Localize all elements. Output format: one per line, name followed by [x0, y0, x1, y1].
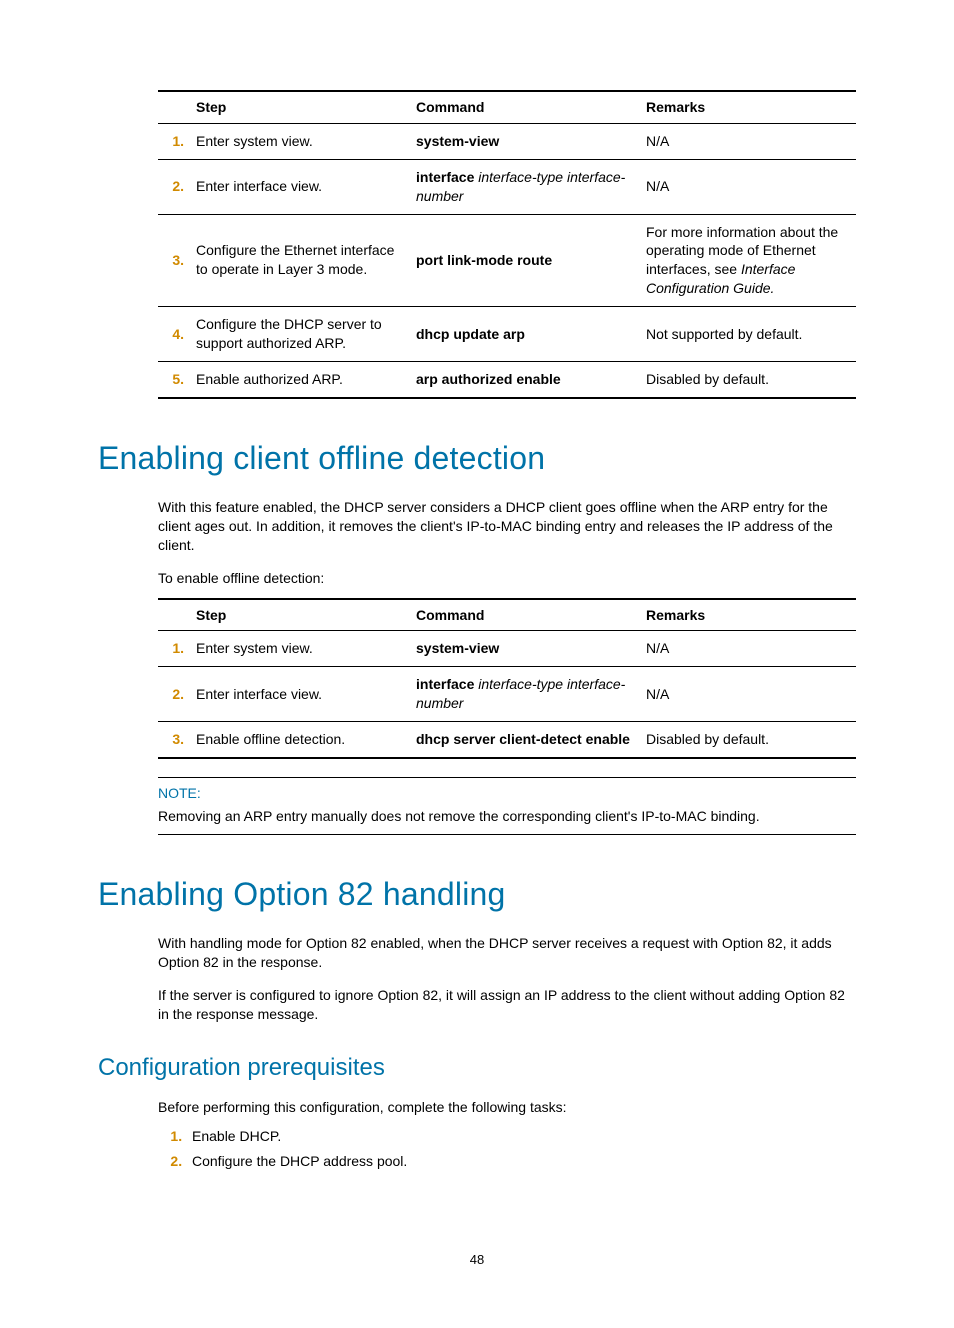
- procedure-table-2: Step Command Remarks 1. Enter system vie…: [158, 598, 856, 759]
- note-label: NOTE:: [158, 784, 856, 803]
- paragraph: With handling mode for Option 82 enabled…: [158, 934, 856, 972]
- table-row: 1. Enter system view. system-view N/A: [158, 123, 856, 159]
- th-step: Step: [192, 91, 412, 123]
- heading-offline-detection: Enabling client offline detection: [98, 437, 856, 480]
- table-row: 2. Enter interface view. interface inter…: [158, 159, 856, 214]
- table-row: 4. Configure the DHCP server to support …: [158, 307, 856, 362]
- paragraph: To enable offline detection:: [158, 569, 856, 588]
- th-remarks: Remarks: [642, 599, 856, 631]
- paragraph: With this feature enabled, the DHCP serv…: [158, 498, 856, 555]
- table-row: 1. Enter system view. system-view N/A: [158, 631, 856, 667]
- table-row: 2. Enter interface view. interface inter…: [158, 667, 856, 722]
- th-command: Command: [412, 599, 642, 631]
- paragraph: If the server is configured to ignore Op…: [158, 986, 856, 1024]
- heading-config-prereq: Configuration prerequisites: [98, 1052, 856, 1084]
- table-row: 3. Enable offline detection. dhcp server…: [158, 722, 856, 758]
- prereq-list: Enable DHCP. Configure the DHCP address …: [158, 1127, 856, 1171]
- th-command: Command: [412, 91, 642, 123]
- th-remarks: Remarks: [642, 91, 856, 123]
- paragraph: Before performing this configuration, co…: [158, 1098, 856, 1117]
- page-number: 48: [98, 1251, 856, 1269]
- table-row: 3. Configure the Ethernet interface to o…: [158, 214, 856, 307]
- th-step: Step: [192, 599, 412, 631]
- list-item: Configure the DHCP address pool.: [186, 1152, 856, 1171]
- heading-option82: Enabling Option 82 handling: [98, 873, 856, 916]
- note-text: Removing an ARP entry manually does not …: [158, 807, 856, 826]
- procedure-table-1: Step Command Remarks 1. Enter system vie…: [158, 90, 856, 399]
- note-box: NOTE: Removing an ARP entry manually doe…: [158, 777, 856, 835]
- table-row: 5. Enable authorized ARP. arp authorized…: [158, 361, 856, 397]
- list-item: Enable DHCP.: [186, 1127, 856, 1146]
